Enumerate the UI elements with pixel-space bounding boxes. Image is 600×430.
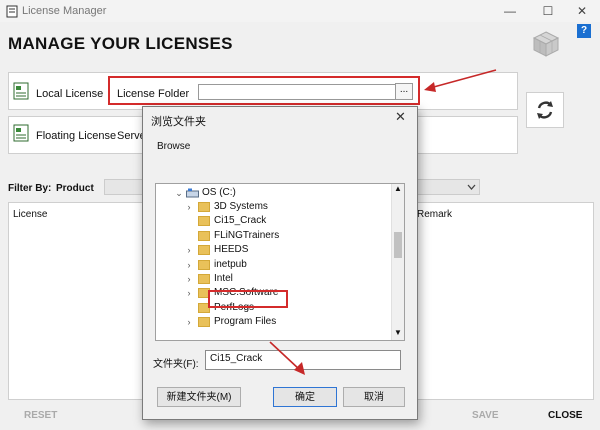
annotation-arrow [269,341,301,371]
annotation-arrows [269,69,497,375]
arrow-head-icon [424,82,436,92]
annotation-arrow [429,69,497,89]
arrow-head-icon [294,362,305,375]
